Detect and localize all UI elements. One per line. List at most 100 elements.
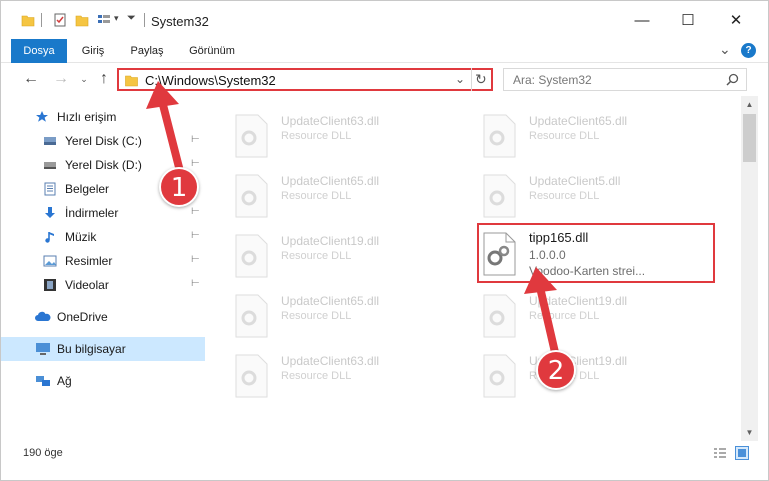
file-item[interactable]: UpdateClient65.dll Resource DLL	[479, 106, 709, 166]
scroll-down-arrow-icon[interactable]: ▼	[741, 424, 758, 441]
close-button[interactable]: ✕	[713, 7, 759, 35]
new-folder-icon[interactable]	[75, 13, 89, 27]
details-view-icon[interactable]	[713, 447, 727, 459]
sidebar-item-local-disk-c[interactable]: Yerel Disk (C:) ⊢	[1, 129, 207, 153]
file-item[interactable]: UpdateClient19.dll Resource DLL	[479, 286, 709, 346]
step-badge-1: 1	[159, 167, 199, 207]
file-explorer-window: ▾ ⏷ System32 — ☐ ✕ Dosya Giriş Paylaş Gö…	[0, 0, 769, 481]
pictures-icon	[43, 255, 57, 267]
dll-file-icon	[483, 354, 516, 398]
file-description: Resource DLL	[281, 310, 352, 322]
sidebar-item-pictures[interactable]: Resimler ⊢	[1, 249, 207, 273]
sidebar-item-label: İndirmeler	[65, 206, 119, 220]
file-item[interactable]: UpdateClient5.dll Resource DLL	[479, 166, 709, 226]
search-box[interactable]: Ara: System32	[503, 68, 747, 91]
refresh-icon[interactable]: ↻	[475, 71, 487, 88]
file-item[interactable]: UpdateClient65.dll Resource DLL	[231, 286, 461, 346]
tab-view[interactable]: Görünüm	[181, 39, 243, 63]
sidebar-item-label: Yerel Disk (D:)	[65, 158, 142, 172]
vertical-scrollbar[interactable]: ▲ ▼	[741, 96, 758, 441]
maximize-button[interactable]: ☐	[665, 7, 711, 35]
minimize-button[interactable]: —	[619, 7, 665, 35]
separator	[471, 68, 472, 91]
view-options-icon[interactable]	[97, 13, 111, 27]
scroll-up-arrow-icon[interactable]: ▲	[741, 96, 758, 113]
sidebar-item-label: Bu bilgisayar	[57, 342, 126, 356]
computer-icon	[36, 343, 50, 355]
file-description: Resource DLL	[529, 190, 600, 202]
address-dropdown-icon[interactable]: ⌄	[455, 72, 465, 86]
dll-file-icon	[235, 354, 268, 398]
up-button[interactable]: ↑	[94, 69, 114, 89]
file-description: Resource DLL	[281, 250, 352, 262]
ribbon-tabs: Dosya Giriş Paylaş Görünüm ⌄ ?	[1, 39, 768, 63]
sidebar-item-label: Videolar	[65, 278, 109, 292]
status-bar: 190 öge	[1, 441, 768, 465]
tab-file[interactable]: Dosya	[11, 39, 67, 63]
dll-file-icon	[483, 174, 516, 218]
star-icon	[36, 111, 48, 122]
address-text: C:\Windows\System32	[145, 73, 276, 88]
file-item[interactable]: UpdateClient65.dll Resource DLL	[231, 166, 461, 226]
file-name: UpdateClient63.dll	[281, 354, 380, 368]
search-input[interactable]: Ara: System32	[513, 73, 592, 87]
back-button[interactable]: ←	[21, 69, 41, 89]
sidebar-item-network[interactable]: Ağ	[1, 369, 207, 393]
sidebar-item-music[interactable]: Müzik ⊢	[1, 225, 207, 249]
sidebar-item-quick-access[interactable]: Hızlı erişim	[1, 105, 207, 129]
dll-file-icon	[235, 234, 268, 278]
sidebar-item-label: Ağ	[57, 374, 72, 388]
properties-icon[interactable]	[53, 13, 67, 27]
recent-locations-icon[interactable]: ⌄	[74, 69, 94, 89]
navigation-bar: ← → ⌄ ↑ C:\Windows\System32 ⌄ ↻ Ara: Sys…	[1, 63, 768, 96]
forward-button[interactable]: →	[51, 69, 71, 89]
file-name: UpdateClient19.dll	[281, 234, 380, 248]
window-title: System32	[151, 14, 209, 29]
sidebar-item-label: OneDrive	[57, 310, 108, 324]
file-description: Resource DLL	[529, 310, 600, 322]
drive-icon	[44, 137, 56, 145]
dll-file-icon	[483, 114, 516, 158]
pin-icon: ⊢	[191, 158, 200, 169]
sidebar-item-videos[interactable]: Videolar ⊢	[1, 273, 207, 297]
file-description: Resource DLL	[281, 190, 352, 202]
file-item[interactable]: UpdateClient63.dll Resource DLL	[231, 106, 461, 166]
folder-icon	[21, 15, 35, 27]
sidebar-item-this-pc[interactable]: Bu bilgisayar	[1, 337, 205, 361]
file-name: UpdateClient19.dll	[529, 294, 628, 308]
file-name: UpdateClient5.dll	[529, 174, 621, 188]
file-item[interactable]: UpdateClient19.dll Resource DLL	[231, 226, 461, 286]
help-icon[interactable]: ?	[741, 43, 756, 58]
drive-icon	[44, 162, 56, 169]
separator	[41, 13, 42, 27]
separator	[144, 13, 145, 27]
step-badge-2: 2	[536, 350, 576, 390]
large-icons-view-icon[interactable]	[735, 446, 749, 460]
dropdown-arrow-icon[interactable]: ▾	[114, 13, 119, 24]
sidebar-item-label: Belgeler	[65, 182, 110, 196]
file-item[interactable]: UpdateClient19.dll Resource DLL	[479, 346, 709, 406]
sidebar-item-label: Hızlı erişim	[57, 110, 117, 124]
search-icon[interactable]	[726, 73, 739, 86]
address-bar[interactable]: C:\Windows\System32 ⌄ ↻	[117, 68, 493, 91]
collapse-ribbon-icon[interactable]: ⌄	[719, 41, 731, 58]
pin-icon: ⊢	[191, 206, 200, 217]
file-item[interactable]: UpdateClient63.dll Resource DLL	[231, 346, 461, 406]
dll-file-icon	[235, 114, 268, 158]
videos-icon	[44, 279, 56, 291]
cloud-icon	[35, 311, 51, 321]
pin-icon: ⊢	[191, 254, 200, 265]
folder-icon	[125, 75, 138, 87]
file-name: UpdateClient63.dll	[281, 114, 380, 128]
tab-share[interactable]: Paylaş	[123, 39, 171, 63]
file-name: UpdateClient65.dll	[281, 294, 380, 308]
highlight-box	[477, 223, 715, 283]
sidebar-item-onedrive[interactable]: OneDrive	[1, 305, 207, 329]
customize-toolbar-icon[interactable]: ⏷	[127, 12, 136, 25]
dll-file-icon	[235, 294, 268, 338]
dll-file-icon	[235, 174, 268, 218]
scroll-thumb[interactable]	[743, 114, 756, 162]
tab-home[interactable]: Giriş	[73, 39, 113, 63]
pin-icon: ⊢	[191, 230, 200, 241]
dll-file-icon	[483, 294, 516, 338]
